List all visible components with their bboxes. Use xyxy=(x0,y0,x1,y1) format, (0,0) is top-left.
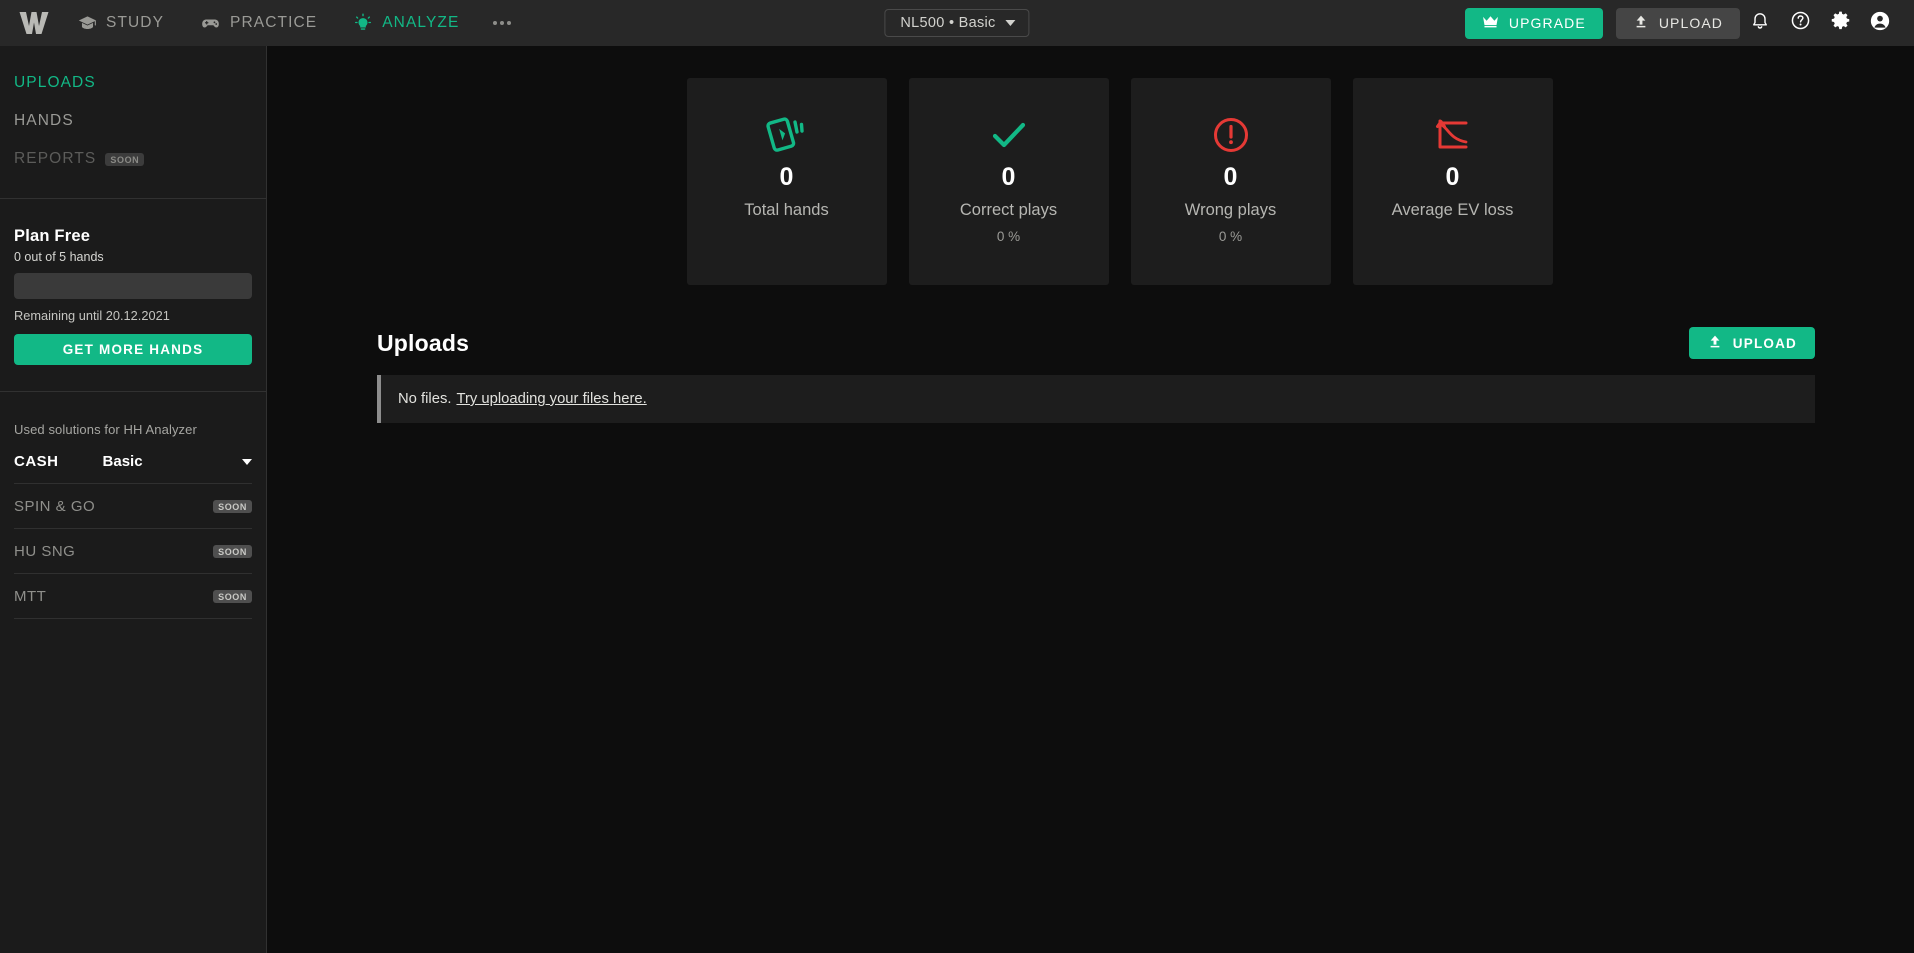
sidebar-divider xyxy=(0,198,266,199)
plan-progress-bar xyxy=(14,273,252,299)
upload-label-header: UPLOAD xyxy=(1658,15,1723,31)
solution-name-cash: CASH xyxy=(14,453,59,470)
main-nav: STUDY PRACTICE ANALYZE xyxy=(60,0,527,46)
nav-label-practice: PRACTICE xyxy=(230,14,318,31)
soon-badge: SOON xyxy=(105,152,145,166)
solutions-heading: Used solutions for HH Analyzer xyxy=(14,422,197,437)
solution-value-cash: Basic xyxy=(102,453,143,470)
upload-arrow-icon xyxy=(1633,14,1649,32)
sidebar-item-hands[interactable]: HANDS xyxy=(0,102,266,140)
nav-item-study[interactable]: STUDY xyxy=(60,0,182,46)
bell-icon xyxy=(1750,10,1770,36)
solution-name-mtt: MTT xyxy=(14,588,47,605)
upload-button-header[interactable]: UPLOAD xyxy=(1615,7,1740,39)
uploads-header: Uploads UPLOAD xyxy=(377,327,1815,359)
uploads-empty-panel: No files. Try uploading your files here. xyxy=(377,375,1815,423)
solution-row-spin-and-go[interactable]: SPIN & GO SOON xyxy=(14,484,252,529)
upload-label-main: UPLOAD xyxy=(1732,335,1797,351)
soon-badge: SOON xyxy=(213,500,252,513)
check-icon xyxy=(989,111,1029,159)
solution-row-hu-sng[interactable]: HU SNG SOON xyxy=(14,529,252,574)
nav-item-practice[interactable]: PRACTICE xyxy=(182,0,335,46)
solutions-panel: Used solutions for HH Analyzer CASH Basi… xyxy=(0,398,266,619)
chevron-down-icon[interactable] xyxy=(242,458,252,465)
dot-icon xyxy=(507,21,512,25)
stat-value-total-hands: 0 xyxy=(779,163,794,191)
nav-label-study: STUDY xyxy=(106,14,165,31)
graduation-cap-icon xyxy=(78,14,97,33)
stat-card-correct-plays: 0 Correct plays 0 % xyxy=(908,78,1109,285)
nav-label-analyze: ANALYZE xyxy=(382,14,460,31)
stake-level-value: NL500 • Basic xyxy=(900,15,996,31)
upgrade-button[interactable]: UPGRADE xyxy=(1464,7,1603,39)
stat-label-average-ev-loss: Average EV loss xyxy=(1391,201,1514,219)
plan-usage: 0 out of 5 hands xyxy=(14,250,104,264)
nav-item-analyze[interactable]: ANALYZE xyxy=(335,0,477,46)
help-button[interactable] xyxy=(1780,0,1820,46)
stat-value-average-ev-loss: 0 xyxy=(1445,163,1460,191)
stat-card-total-hands: 0 Total hands xyxy=(686,78,887,285)
stat-percent-correct-plays: 0 % xyxy=(996,229,1021,244)
sidebar-divider-2 xyxy=(0,391,266,392)
solution-name-hu-sng: HU SNG xyxy=(14,543,76,560)
solution-row-cash[interactable]: CASH Basic xyxy=(14,437,252,484)
solution-row-mtt[interactable]: MTT SOON xyxy=(14,574,252,619)
sidebar-nav: UPLOADS HANDS REPORTS SOON xyxy=(0,54,266,192)
plan-panel: Plan Free 0 out of 5 hands Remaining unt… xyxy=(0,205,266,385)
sidebar-label-reports: REPORTS xyxy=(14,150,97,167)
stats-cards: 0 Total hands 0 Correct plays 0 % 0 Wron… xyxy=(377,78,1862,285)
stat-label-correct-plays: Correct plays xyxy=(959,201,1058,219)
error-circle-icon xyxy=(1212,111,1250,159)
upload-arrow-icon xyxy=(1707,334,1723,352)
try-uploading-link[interactable]: Try uploading your files here. xyxy=(456,391,646,407)
gear-icon xyxy=(1830,10,1851,36)
stat-card-wrong-plays: 0 Wrong plays 0 % xyxy=(1130,78,1331,285)
chevron-down-icon xyxy=(1005,20,1016,26)
uploads-title: Uploads xyxy=(377,329,470,356)
sidebar-label-uploads: UPLOADS xyxy=(14,74,96,91)
notifications-button[interactable] xyxy=(1740,0,1780,46)
sidebar-label-hands: HANDS xyxy=(14,112,74,129)
main-content: 0 Total hands 0 Correct plays 0 % 0 Wron… xyxy=(267,46,1914,953)
soon-badge: SOON xyxy=(213,590,252,603)
app-logo[interactable] xyxy=(8,11,60,35)
plan-remaining-text: Remaining until 20.12.2021 xyxy=(14,308,170,323)
account-button[interactable] xyxy=(1860,0,1900,46)
w-logo-icon xyxy=(19,12,49,34)
get-more-hands-button[interactable]: GET MORE HANDS xyxy=(14,334,252,365)
stake-level-selector[interactable]: NL500 • Basic xyxy=(884,9,1030,37)
soon-badge: SOON xyxy=(213,545,252,558)
sidebar-item-reports[interactable]: REPORTS SOON xyxy=(0,140,266,178)
dot-icon xyxy=(493,21,498,25)
dot-icon xyxy=(500,21,505,25)
app-header: STUDY PRACTICE ANALYZE NL500 • Basic UPG… xyxy=(0,0,1914,46)
lightbulb-icon xyxy=(353,13,373,33)
playing-cards-icon xyxy=(765,111,808,159)
header-actions: UPGRADE UPLOAD xyxy=(1464,0,1900,46)
stat-label-wrong-plays: Wrong plays xyxy=(1184,201,1277,219)
plan-title: Plan Free xyxy=(14,227,91,245)
stat-value-wrong-plays: 0 xyxy=(1223,163,1238,191)
stat-value-correct-plays: 0 xyxy=(1001,163,1016,191)
upload-button-main[interactable]: UPLOAD xyxy=(1688,327,1815,359)
settings-button[interactable] xyxy=(1820,0,1860,46)
gamepad-icon xyxy=(200,14,221,33)
account-circle-icon xyxy=(1869,10,1891,37)
solution-name-spin-and-go: SPIN & GO xyxy=(14,498,96,515)
help-circle-icon xyxy=(1790,10,1811,36)
nav-more-button[interactable] xyxy=(477,0,527,46)
ev-loss-chart-icon xyxy=(1433,111,1473,159)
stat-percent-wrong-plays: 0 % xyxy=(1218,229,1243,244)
sidebar: UPLOADS HANDS REPORTS SOON Plan Free 0 o… xyxy=(0,46,267,953)
sidebar-item-uploads[interactable]: UPLOADS xyxy=(0,64,266,102)
stat-label-total-hands: Total hands xyxy=(744,201,829,219)
upgrade-label: UPGRADE xyxy=(1508,15,1586,31)
empty-state-text: No files. xyxy=(398,391,452,407)
stat-card-average-ev-loss: 0 Average EV loss xyxy=(1352,78,1553,285)
crown-icon xyxy=(1482,15,1499,31)
